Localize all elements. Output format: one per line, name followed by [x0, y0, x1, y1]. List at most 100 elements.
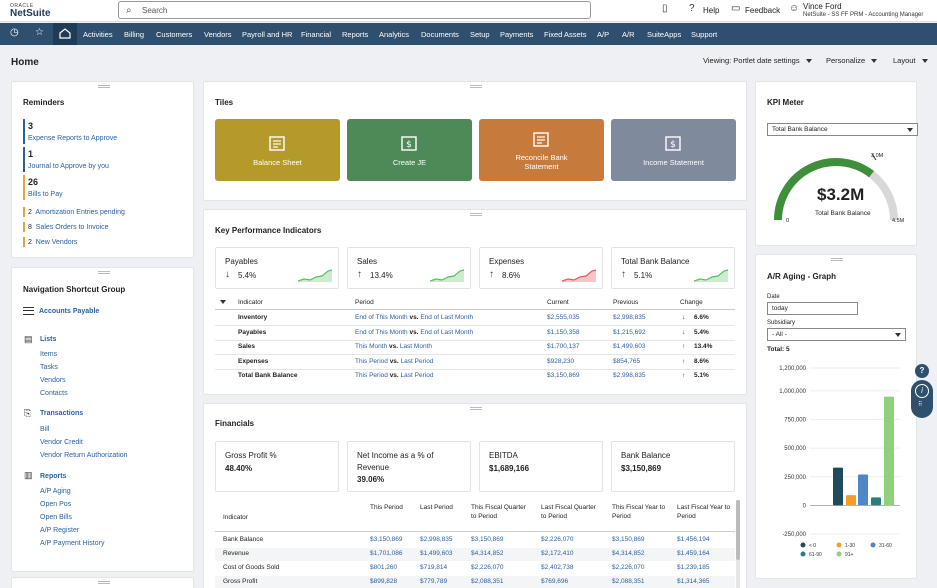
collapse-caret-icon[interactable]	[220, 300, 226, 304]
viewing-dropdown[interactable]: Viewing: Portlet date settings	[703, 56, 812, 65]
drag-handle[interactable]	[470, 213, 482, 216]
grid-dots-icon[interactable]: ⠿	[918, 402, 926, 412]
reminder-journal[interactable]: Journal to Approve by you	[28, 163, 109, 170]
nav-customers[interactable]: Customers	[156, 30, 192, 39]
kpi-row-period[interactable]: This Period vs. Last Period	[355, 358, 433, 365]
nav-setup[interactable]: Setup	[470, 30, 490, 39]
nav-lists-header[interactable]: Lists	[40, 336, 56, 343]
kpi-row-previous[interactable]: $1,215,692	[613, 329, 646, 336]
nav-payments[interactable]: Payments	[500, 30, 533, 39]
fin-box-ebitda[interactable]: EBITDA $1,689,166	[479, 441, 603, 492]
date-input[interactable]: today	[767, 302, 858, 315]
period-previous-link[interactable]: End of Last Month	[420, 329, 473, 336]
nav-billing[interactable]: Billing	[124, 30, 144, 39]
kpi-row-current[interactable]: $3,150,869	[547, 372, 580, 379]
kpi-row-period[interactable]: End of This Month vs. End of Last Month	[355, 314, 473, 321]
kpi-box[interactable]: Expenses ↑ 8.6%	[479, 247, 603, 289]
nav-link-tasks[interactable]: Tasks	[40, 364, 58, 371]
reminder-expense-reports[interactable]: Expense Reports to Approve	[28, 135, 117, 142]
nav-link-open-pos[interactable]: Open Pos	[40, 501, 71, 508]
legend-label[interactable]: 61-90	[809, 552, 822, 558]
subsidiary-select[interactable]: - All -	[767, 328, 906, 341]
fin-box-net-income[interactable]: Net Income as a % of Revenue 39.06%	[347, 441, 471, 492]
drag-handle[interactable]	[470, 407, 482, 410]
reminder-bills[interactable]: Bills to Pay	[28, 191, 63, 198]
fin-row-value[interactable]: $801,260	[370, 564, 397, 571]
fin-row-value[interactable]: $1,459,164	[677, 550, 710, 557]
reminder-amortization[interactable]: 2 Amortization Entries pending	[28, 209, 125, 216]
nav-link-bill[interactable]: Bill	[40, 426, 49, 433]
drag-handle[interactable]	[470, 85, 482, 88]
nav-reports-header[interactable]: Reports	[40, 473, 66, 480]
kpi-row-current[interactable]: $1,700,137	[547, 343, 580, 350]
tile-income-statement[interactable]: $ Income Statement	[611, 119, 736, 181]
layout-dropdown[interactable]: Layout	[893, 56, 928, 65]
fin-row-value[interactable]: $2,226,070	[471, 564, 504, 571]
bar-91-[interactable]	[884, 396, 894, 506]
kpi-row-period[interactable]: End of This Month vs. End of Last Month	[355, 329, 473, 336]
fin-row-value[interactable]: $2,402,738	[541, 564, 574, 571]
fin-row-value[interactable]: $4,314,852	[612, 550, 645, 557]
period-previous-link[interactable]: Last Month	[400, 343, 432, 350]
nav-link-ap-register[interactable]: A/P Register	[40, 527, 79, 534]
nav-documents[interactable]: Documents	[421, 30, 459, 39]
fin-row-value[interactable]: $2,088,351	[612, 578, 645, 585]
fin-row-value[interactable]: $3,150,869	[370, 536, 403, 543]
bar--0[interactable]	[833, 467, 843, 506]
fin-row-value[interactable]: $3,150,869	[471, 536, 504, 543]
fin-row-value[interactable]: $1,701,086	[370, 550, 403, 557]
nav-link-vendor-credit[interactable]: Vendor Credit	[40, 439, 83, 446]
nav-fixed-assets[interactable]: Fixed Assets	[544, 30, 587, 39]
kpi-box[interactable]: Total Bank Balance ↑ 5.1%	[611, 247, 735, 289]
reminder-sales-orders[interactable]: 8 Sales Orders to Invoice	[28, 224, 109, 231]
fin-row-value[interactable]: $899,828	[370, 578, 397, 585]
user-menu[interactable]: Vince Ford NetSuite - SS FF PRM - Accoun…	[803, 2, 923, 20]
nav-suiteapps[interactable]: SuiteApps	[647, 30, 681, 39]
reminder-new-vendors[interactable]: 2 New Vendors	[28, 239, 77, 246]
nav-link-open-bills[interactable]: Open Bills	[40, 514, 72, 521]
kpi-row-current[interactable]: $2,555,035	[547, 314, 580, 321]
kpi-row-current[interactable]: $928,230	[547, 358, 574, 365]
kpi-box[interactable]: Sales ↑ 13.4%	[347, 247, 471, 289]
nav-analytics[interactable]: Analytics	[379, 30, 409, 39]
fin-row-value[interactable]: $1,456,194	[677, 536, 710, 543]
kpi-row-current[interactable]: $1,150,358	[547, 329, 580, 336]
nav-financial[interactable]: Financial	[301, 30, 331, 39]
kpi-meter-select[interactable]: Total Bank Balance	[767, 123, 918, 136]
nav-reports[interactable]: Reports	[342, 30, 368, 39]
feedback-link[interactable]: Feedback	[745, 6, 780, 15]
fin-row-value[interactable]: $1,499,603	[420, 550, 453, 557]
help-icon[interactable]: ?	[689, 3, 695, 14]
kpi-box[interactable]: Payables ↓ 5.4%	[215, 247, 339, 289]
page-icon[interactable]: ▯	[662, 3, 668, 14]
fin-row-value[interactable]: $769,696	[541, 578, 568, 585]
bar-31-60[interactable]	[858, 474, 868, 506]
drag-handle[interactable]	[98, 581, 110, 584]
nav-payroll-hr[interactable]: Payroll and HR	[242, 30, 292, 39]
bar-1-30[interactable]	[846, 495, 856, 506]
personalize-dropdown[interactable]: Personalize	[826, 56, 878, 65]
fin-row-value[interactable]: $779,789	[420, 578, 447, 585]
fin-box-gross-profit[interactable]: Gross Profit % 48.40%	[215, 441, 339, 492]
netsuite-logo[interactable]: ORACLE NetSuite	[10, 2, 51, 19]
kpi-row-period[interactable]: This Period vs. Last Period	[355, 372, 433, 379]
global-search-input[interactable]: ⌕ Search	[118, 1, 591, 19]
fin-row-value[interactable]: $3,150,869	[612, 536, 645, 543]
nav-accounts-payable[interactable]: Accounts Payable	[39, 308, 99, 315]
nav-link-items[interactable]: Items	[40, 351, 57, 358]
nav-link-ap-payment-history[interactable]: A/P Payment History	[40, 540, 104, 547]
nav-link-ap-aging[interactable]: A/P Aging	[40, 488, 71, 495]
period-current-link[interactable]: This Period	[355, 358, 388, 365]
period-current-link[interactable]: This Period	[355, 372, 388, 379]
nav-transactions-header[interactable]: Transactions	[40, 410, 83, 417]
tile-balance-sheet[interactable]: Balance Sheet	[215, 119, 340, 181]
nav-link-vendor-return[interactable]: Vendor Return Authorization	[40, 452, 128, 459]
fin-row-value[interactable]: $2,172,410	[541, 550, 574, 557]
period-previous-link[interactable]: Last Period	[401, 372, 434, 379]
period-previous-link[interactable]: End of Last Month	[420, 314, 473, 321]
nav-link-contacts[interactable]: Contacts	[40, 390, 68, 397]
fin-row-value[interactable]: $719,814	[420, 564, 447, 571]
kpi-row-previous[interactable]: $2,998,835	[613, 372, 646, 379]
drag-handle[interactable]	[831, 258, 843, 261]
help-icon[interactable]: ?	[915, 364, 929, 378]
